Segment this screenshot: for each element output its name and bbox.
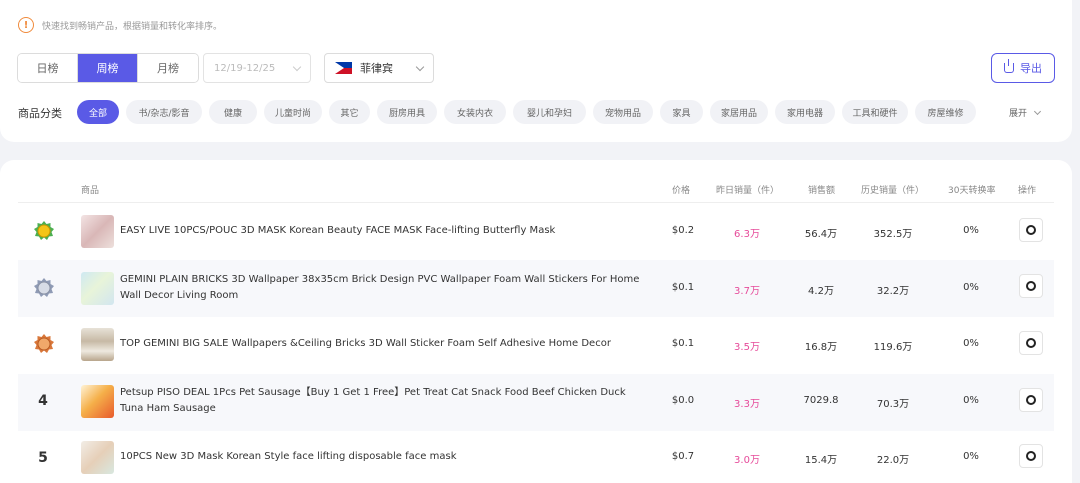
chip-baby-maternity[interactable]: 婴儿和孕妇 (513, 100, 586, 124)
header-yesterday-sales: 昨日销量（件） (716, 186, 780, 196)
bronze-medal-icon (34, 334, 54, 353)
product-thumbnail (81, 328, 114, 361)
tab-weekly[interactable]: 周榜 (78, 54, 138, 82)
action-button[interactable] (1019, 331, 1043, 355)
circle-icon (1026, 225, 1036, 235)
price-cell: $0.0 (671, 395, 695, 406)
product-thumbnail (81, 385, 114, 418)
category-chips: 全部 书/杂志/影音 健康 儿童时尚 其它 厨房用具 女装内衣 婴儿和孕妇 宠物… (77, 100, 983, 124)
header-product: 商品 (81, 186, 100, 196)
export-icon (1004, 59, 1014, 73)
chip-tools-hardware[interactable]: 工具和硬件 (842, 100, 908, 124)
total-sales-cell: 22.0万 (876, 455, 910, 466)
action-button[interactable] (1019, 218, 1043, 242)
revenue-cell: 4.2万 (808, 286, 834, 297)
tab-daily[interactable]: 日榜 (18, 54, 78, 82)
chevron-down-icon (415, 62, 425, 71)
action-button[interactable] (1019, 388, 1043, 412)
export-label: 导出 (1020, 62, 1042, 75)
circle-icon (1026, 338, 1036, 348)
philippines-flag-icon (335, 62, 352, 74)
chevron-down-icon (1033, 107, 1042, 115)
total-sales-cell: 352.5万 (873, 229, 913, 240)
price-cell: $0.2 (671, 225, 695, 236)
price-cell: $0.1 (671, 338, 695, 349)
chip-kids-fashion[interactable]: 儿童时尚 (264, 100, 322, 124)
category-label: 商品分类 (18, 107, 62, 120)
warning-icon: ! (18, 17, 34, 33)
action-button[interactable] (1019, 274, 1043, 298)
country-name: 菲律宾 (360, 62, 393, 75)
header-revenue: 销售额 (808, 186, 836, 196)
conversion-cell: 0% (963, 451, 979, 462)
conversion-cell: 0% (963, 338, 979, 349)
table-row[interactable]: 4 Petsup PISO DEAL 1Pcs Pet Sausage【Buy … (18, 374, 1054, 431)
rank-number: 4 (38, 393, 48, 409)
country-select[interactable]: 菲律宾 (324, 53, 434, 83)
product-title[interactable]: TOP GEMINI BIG SALE Wallpapers &Ceiling … (120, 336, 650, 352)
conversion-cell: 0% (963, 225, 979, 236)
chip-other[interactable]: 其它 (329, 100, 370, 124)
expand-button[interactable]: 展开 (1009, 106, 1042, 119)
chip-all[interactable]: 全部 (77, 100, 119, 124)
header-conversion: 30天转换率 (948, 186, 996, 196)
conversion-cell: 0% (963, 395, 979, 406)
date-range-placeholder: 12/19-12/25 (214, 62, 276, 74)
price-cell: $0.7 (671, 451, 695, 462)
notice: ! 快速找到畅销产品，根据销量和转化率排序。 (18, 17, 222, 33)
product-title[interactable]: GEMINI PLAIN BRICKS 3D Wallpaper 38x35cm… (120, 272, 650, 304)
circle-icon (1026, 281, 1036, 291)
product-title[interactable]: Petsup PISO DEAL 1Pcs Pet Sausage【Buy 1 … (120, 385, 650, 417)
date-range-select[interactable]: 12/19-12/25 (203, 53, 311, 83)
product-thumbnail (81, 441, 114, 474)
product-thumbnail (81, 215, 114, 248)
tab-monthly[interactable]: 月榜 (138, 54, 198, 82)
chip-home-goods[interactable]: 家居用品 (710, 100, 768, 124)
table-row[interactable]: 5 10PCS New 3D Mask Korean Style face li… (18, 431, 1054, 483)
period-tabs: 日榜 周榜 月榜 (17, 53, 199, 83)
header-total-sales: 历史销量（件） (861, 186, 925, 196)
table-row[interactable]: GEMINI PLAIN BRICKS 3D Wallpaper 38x35cm… (18, 260, 1054, 317)
silver-medal-icon (34, 278, 54, 297)
table-row[interactable]: TOP GEMINI BIG SALE Wallpapers &Ceiling … (18, 317, 1054, 374)
revenue-cell: 15.4万 (804, 455, 838, 466)
chip-kitchen[interactable]: 厨房用具 (377, 100, 437, 124)
revenue-cell: 56.4万 (804, 229, 838, 240)
total-sales-cell: 32.2万 (876, 286, 910, 297)
yesterday-sales-cell: 3.0万 (734, 455, 760, 466)
filter-panel: ! 快速找到畅销产品，根据销量和转化率排序。 日榜 周榜 月榜 12/19-12… (0, 0, 1072, 142)
expand-label: 展开 (1009, 109, 1028, 119)
chip-home-repair[interactable]: 房屋维修 (915, 100, 976, 124)
chip-health[interactable]: 健康 (209, 100, 257, 124)
price-cell: $0.1 (671, 282, 695, 293)
export-button[interactable]: 导出 (991, 53, 1055, 83)
yesterday-sales-cell: 3.5万 (734, 342, 760, 353)
conversion-cell: 0% (963, 282, 979, 293)
chip-pet-supplies[interactable]: 宠物用品 (593, 100, 653, 124)
product-thumbnail (81, 272, 114, 305)
header-price: 价格 (672, 186, 691, 196)
revenue-cell: 7029.8 (803, 395, 839, 406)
total-sales-cell: 70.3万 (876, 399, 910, 410)
yesterday-sales-cell: 6.3万 (734, 229, 760, 240)
circle-icon (1026, 451, 1036, 461)
chip-books-media[interactable]: 书/杂志/影音 (126, 100, 202, 124)
chip-furniture[interactable]: 家具 (660, 100, 703, 124)
total-sales-cell: 119.6万 (873, 342, 913, 353)
gold-medal-icon (34, 221, 54, 240)
chevron-down-icon (292, 62, 302, 71)
action-button[interactable] (1019, 444, 1043, 468)
table-row[interactable]: EASY LIVE 10PCS/POUC 3D MASK Korean Beau… (18, 203, 1054, 260)
product-title[interactable]: 10PCS New 3D Mask Korean Style face lift… (120, 449, 650, 465)
yesterday-sales-cell: 3.7万 (734, 286, 760, 297)
chip-appliances[interactable]: 家用电器 (775, 100, 835, 124)
yesterday-sales-cell: 3.3万 (734, 399, 760, 410)
rank-number: 5 (38, 450, 48, 466)
product-title[interactable]: EASY LIVE 10PCS/POUC 3D MASK Korean Beau… (120, 223, 650, 239)
notice-text: 快速找到畅销产品，根据销量和转化率排序。 (42, 21, 223, 32)
circle-icon (1026, 395, 1036, 405)
revenue-cell: 16.8万 (804, 342, 838, 353)
chip-womens-underwear[interactable]: 女装内衣 (444, 100, 506, 124)
header-action: 操作 (1018, 186, 1037, 196)
